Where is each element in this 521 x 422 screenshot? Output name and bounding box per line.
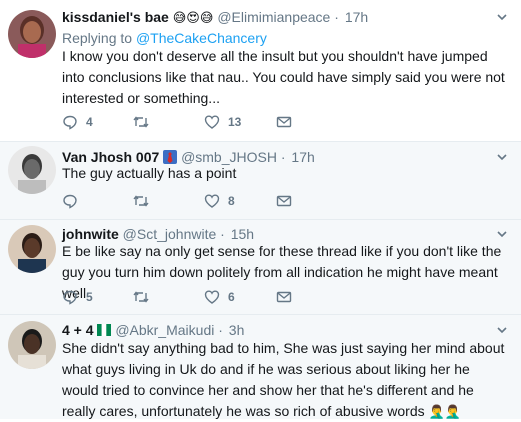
- avatar[interactable]: [8, 321, 56, 369]
- display-name[interactable]: 4 + 4: [62, 322, 94, 338]
- separator-dot: ·: [220, 226, 225, 242]
- tweet-text: The guy actually has a point: [62, 165, 237, 181]
- tweet-4[interactable]: 4 + 4 @Abkr_Maikudi · 3h She didn't say …: [0, 315, 521, 419]
- display-name[interactable]: kissdaniel's bae: [62, 9, 169, 25]
- heart-icon: [204, 115, 220, 129]
- direct-message-button[interactable]: [276, 114, 292, 130]
- grinning-face-with-sweat-emoji: 😅: [172, 10, 187, 25]
- retweet-button[interactable]: [132, 289, 150, 305]
- display-name[interactable]: johnwite: [62, 226, 119, 242]
- direct-message-button[interactable]: [276, 193, 292, 209]
- like-count: 8: [228, 194, 235, 208]
- retweet-button[interactable]: [132, 114, 150, 130]
- like-button[interactable]: 6: [204, 289, 235, 305]
- reply-count: 5: [86, 290, 93, 304]
- timestamp[interactable]: 17h: [345, 9, 368, 25]
- separator-dot: ·: [218, 322, 223, 338]
- reply-button[interactable]: 4: [62, 114, 93, 130]
- timestamp[interactable]: 3h: [229, 322, 245, 338]
- retweet-icon: [133, 291, 149, 303]
- nigeria-flag-icon: [97, 324, 112, 336]
- retweet-icon: [133, 195, 149, 207]
- reply-count: 4: [86, 115, 93, 129]
- grinning-face-with-sweat-emoji: 😅: [199, 10, 214, 25]
- tweet-actions: 4 13: [62, 114, 362, 132]
- avatar[interactable]: [8, 146, 56, 194]
- reply-icon: [63, 194, 77, 209]
- handle[interactable]: @Abkr_Maikudi: [115, 322, 214, 338]
- separator-dot: ·: [334, 9, 339, 25]
- retweet-button[interactable]: [132, 193, 150, 209]
- reply-icon: [63, 290, 77, 305]
- like-count: 13: [228, 115, 242, 129]
- handle[interactable]: @Sct_johnwite: [123, 226, 217, 242]
- envelope-icon: [276, 195, 292, 207]
- envelope-icon: [276, 116, 292, 128]
- like-button[interactable]: 8: [204, 193, 235, 209]
- tweet-actions: 8: [62, 193, 362, 211]
- avatar[interactable]: [8, 225, 56, 273]
- heart-icon: [204, 194, 220, 208]
- reply-button[interactable]: 5: [62, 289, 93, 305]
- tweet-2[interactable]: Van Jhosh 007 @smb_JHOSH · 17h The guy a…: [0, 142, 521, 219]
- tie-badge-icon: [163, 150, 178, 164]
- reply-icon: [63, 115, 77, 130]
- handle[interactable]: @Elimimianpeace: [217, 9, 330, 25]
- chevron-down-icon[interactable]: [495, 150, 509, 164]
- chevron-down-icon[interactable]: [495, 10, 509, 24]
- direct-message-button[interactable]: [276, 289, 292, 305]
- tweet-1[interactable]: kissdaniel's bae 😅😍😅 @Elimimianpeace · 1…: [0, 0, 521, 141]
- reply-button[interactable]: [62, 193, 78, 209]
- tweet-3[interactable]: johnwite @Sct_johnwite · 15h E be like s…: [0, 220, 521, 314]
- smiling-face-with-heart-eyes-emoji: 😍: [186, 10, 200, 25]
- chevron-down-icon[interactable]: [495, 323, 509, 337]
- like-button[interactable]: 13: [204, 114, 241, 130]
- timestamp[interactable]: 15h: [231, 226, 254, 242]
- chevron-down-icon[interactable]: [495, 227, 509, 241]
- replying-label: Replying to: [62, 30, 133, 46]
- like-count: 6: [228, 290, 235, 304]
- tweet-text: I know you don't deserve all the insult …: [62, 48, 505, 106]
- replying-to: Replying to @TheCakeChancery: [62, 29, 267, 47]
- tweet-actions: 5 6: [62, 289, 362, 307]
- retweet-icon: [133, 116, 149, 128]
- tweet-text: She didn't say anything bad to him, She …: [62, 338, 510, 422]
- replying-mention-link[interactable]: @TheCakeChancery: [136, 30, 267, 46]
- avatar[interactable]: [8, 10, 56, 58]
- envelope-icon: [276, 291, 292, 303]
- heart-icon: [204, 290, 220, 304]
